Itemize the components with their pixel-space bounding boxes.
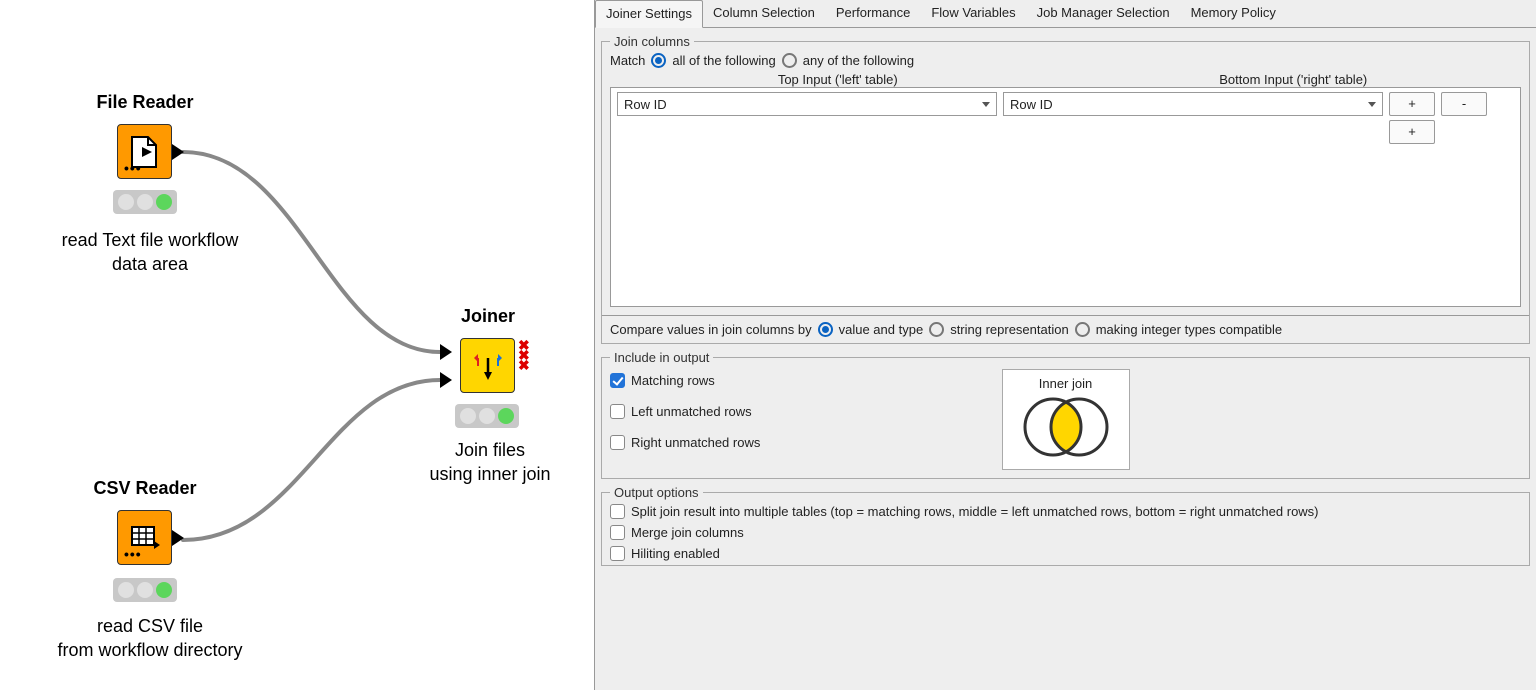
workflow-canvas: File Reader ••• read Text file workflow … — [0, 0, 594, 696]
check-hiliting[interactable] — [610, 546, 625, 561]
radio-match-all-label: all of the following — [672, 53, 775, 68]
radio-match-any[interactable] — [782, 53, 797, 68]
radio-value-and-type-label: value and type — [839, 322, 924, 337]
check-merge-columns-label: Merge join columns — [631, 525, 744, 540]
check-split-result[interactable] — [610, 504, 625, 519]
radio-match-any-label: any of the following — [803, 53, 914, 68]
check-merge-columns[interactable] — [610, 525, 625, 540]
dialog-tabs: Joiner Settings Column Selection Perform… — [595, 0, 1536, 28]
radio-string-representation-label: string representation — [950, 322, 1069, 337]
venn-diagram: Inner join — [1002, 369, 1130, 470]
joiner-in-port-bottom[interactable] — [440, 372, 452, 388]
chevron-down-icon — [982, 102, 990, 107]
tab-joiner-settings[interactable]: Joiner Settings — [595, 0, 703, 28]
remove-column-pair-button[interactable]: - — [1441, 92, 1487, 116]
joiner-in-port-top[interactable] — [440, 344, 452, 360]
joiner-unconnected-ports-icon: ✖✖✖ — [518, 340, 530, 370]
file-reader-title: File Reader — [45, 92, 245, 113]
join-columns-group: Join columns Match all of the following … — [601, 34, 1530, 344]
tab-flow-variables[interactable]: Flow Variables — [921, 0, 1026, 27]
csv-reader-desc: read CSV file from workflow directory — [10, 614, 290, 663]
check-right-unmatched[interactable] — [610, 435, 625, 450]
venn-icon — [1011, 391, 1121, 463]
check-hiliting-label: Hiliting enabled — [631, 546, 720, 561]
file-reader-status — [113, 190, 177, 214]
menu-dots-icon: ••• — [124, 160, 142, 176]
include-in-output-group: Include in output Matching rows Left unm… — [601, 350, 1530, 479]
joiner-node[interactable] — [460, 338, 515, 393]
csv-reader-title: CSV Reader — [45, 478, 245, 499]
match-label: Match — [610, 53, 645, 68]
tab-column-selection[interactable]: Column Selection — [703, 0, 826, 27]
left-column-dropdown[interactable]: Row ID — [617, 92, 997, 116]
joiner-title: Joiner — [388, 306, 588, 327]
right-column-value: Row ID — [1010, 97, 1053, 112]
join-columns-legend: Join columns — [610, 34, 694, 49]
check-left-unmatched[interactable] — [610, 404, 625, 419]
add-another-pair-button[interactable]: + — [1389, 120, 1435, 144]
check-split-result-label: Split join result into multiple tables (… — [631, 504, 1319, 519]
file-reader-node[interactable]: ••• — [117, 124, 172, 179]
compare-label: Compare values in join columns by — [610, 322, 812, 337]
file-reader-desc: read Text file workflow data area — [10, 228, 290, 277]
left-column-value: Row ID — [624, 97, 667, 112]
check-matching-rows[interactable] — [610, 373, 625, 388]
check-right-unmatched-label: Right unmatched rows — [631, 435, 760, 450]
csv-reader-out-port[interactable] — [172, 530, 184, 546]
check-matching-rows-label: Matching rows — [631, 373, 715, 388]
venn-label: Inner join — [1039, 376, 1092, 391]
joiner-config-dialog: Joiner Settings Column Selection Perform… — [594, 0, 1536, 690]
right-table-header: Bottom Input ('right' table) — [1066, 72, 1522, 87]
joiner-desc: Join files using inner join — [395, 438, 585, 487]
radio-value-and-type[interactable] — [818, 322, 833, 337]
output-options-legend: Output options — [610, 485, 703, 500]
output-options-group: Output options Split join result into mu… — [601, 485, 1530, 566]
joiner-icon — [470, 350, 506, 382]
add-column-pair-button[interactable]: + — [1389, 92, 1435, 116]
tab-job-manager-selection[interactable]: Job Manager Selection — [1027, 0, 1181, 27]
radio-match-all[interactable] — [651, 53, 666, 68]
radio-string-representation[interactable] — [929, 322, 944, 337]
csv-reader-status — [113, 578, 177, 602]
tab-performance[interactable]: Performance — [826, 0, 921, 27]
radio-integer-compatible-label: making integer types compatible — [1096, 322, 1282, 337]
file-reader-out-port[interactable] — [172, 144, 184, 160]
join-columns-table: Row ID Row ID + - + — [610, 87, 1521, 307]
check-left-unmatched-label: Left unmatched rows — [631, 404, 752, 419]
right-column-dropdown[interactable]: Row ID — [1003, 92, 1383, 116]
menu-dots-icon: ••• — [124, 546, 142, 562]
joiner-status — [455, 404, 519, 428]
chevron-down-icon — [1368, 102, 1376, 107]
left-table-header: Top Input ('left' table) — [610, 72, 1066, 87]
tab-memory-policy[interactable]: Memory Policy — [1181, 0, 1287, 27]
csv-reader-node[interactable]: ••• — [117, 510, 172, 565]
include-in-output-legend: Include in output — [610, 350, 713, 365]
radio-integer-compatible[interactable] — [1075, 322, 1090, 337]
